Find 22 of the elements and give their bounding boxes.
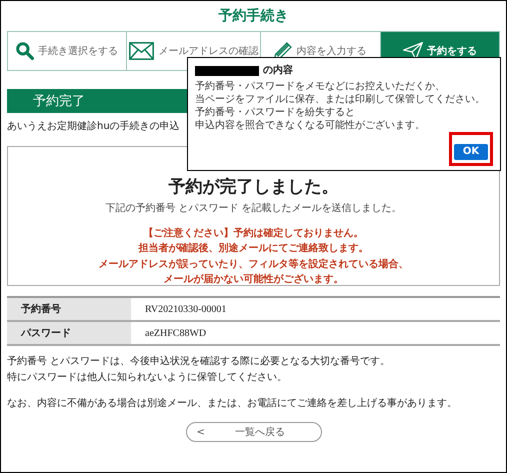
pencil-icon	[274, 42, 292, 60]
warning-text: 担当者が確認後、別途メールにてご連絡致します。	[137, 242, 370, 256]
result-subtitle: 下記の予約番号 とパスワード を記載したメールを送信しました。	[104, 202, 403, 216]
magnifier-icon	[16, 42, 34, 60]
note-text: 特にパスワードは他人に知られないように保管してください。	[7, 370, 288, 385]
envelope-icon	[129, 42, 154, 60]
notice-text: なお、内容に不備がある場合は別途メール、または、お電話にてご連絡を差し上げる事があります。	[7, 396, 458, 411]
note-text: 予約番号 とパスワードは、今後申込状況を確認する際に必要となる大切な番号です。	[7, 354, 392, 369]
warning-text: メールアドレスが誤っていたり、フィルタ等を設定されている場合、	[98, 257, 410, 272]
detail-value: aeZHFC88WD	[144, 326, 206, 340]
detail-label: 予約番号	[7, 298, 131, 320]
detail-value: RV20210330-00001	[144, 302, 226, 316]
ok-button[interactable]: OK	[454, 144, 488, 160]
detail-label: パスワード	[7, 322, 131, 344]
intro-text: あいうえお定期健診huの手続きの申込	[7, 120, 180, 134]
warning-text: メールが届かない可能性がございます。	[162, 272, 344, 287]
dialog-message: 申込内容を照合できなくなる可能性がございます。	[195, 119, 426, 132]
result-title: 予約が完了しました。	[168, 176, 340, 199]
dialog-message: 当ページをファイルに保存、または印刷して保管してください。	[195, 93, 486, 106]
page-title: 予約手続き	[218, 7, 290, 26]
warning-text: 【ご注意ください】予約は確定しておりません。	[142, 226, 364, 240]
back-button[interactable]: < 一覧へ戻る	[186, 422, 322, 442]
